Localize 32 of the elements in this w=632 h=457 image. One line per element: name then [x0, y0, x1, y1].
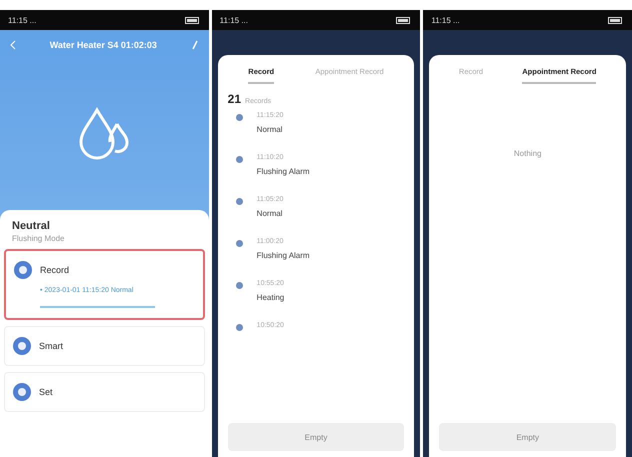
record-count: 21 — [228, 92, 242, 106]
circle-icon — [13, 383, 31, 401]
record-status: Normal — [256, 125, 284, 134]
edit-icon[interactable] — [190, 40, 199, 50]
record-status: Heating — [256, 293, 284, 302]
battery-icon — [608, 16, 624, 24]
timeline-dot — [236, 198, 243, 205]
empty-message: Nothing — [514, 149, 542, 160]
circle-icon — [14, 261, 32, 279]
device-title: Water Heater S4 01:02:03 — [50, 40, 157, 50]
status-time: 11:15 ... — [220, 16, 248, 24]
timeline-dot — [236, 240, 243, 247]
timeline-dot — [236, 114, 243, 121]
option-card[interactable]: Set — [4, 372, 205, 412]
option-label: Set — [39, 387, 53, 397]
timeline-dot — [236, 324, 243, 331]
timeline-dot — [236, 282, 243, 289]
option-card[interactable]: Smart — [4, 326, 205, 366]
circle-icon — [13, 337, 31, 355]
option-label: Smart — [39, 341, 64, 351]
mode-name: Neutral — [12, 220, 51, 232]
status-time: 11:15 ... — [8, 16, 36, 24]
record-status: Flushing Alarm — [256, 167, 310, 176]
status-time: 11:15 ... — [431, 16, 460, 24]
record-status: Normal — [256, 209, 284, 218]
record-status: Flushing Alarm — [256, 251, 310, 260]
option-label: Record — [40, 265, 70, 275]
battery-icon — [184, 16, 201, 24]
timeline-dot — [236, 156, 243, 163]
mode-subtitle: Flushing Mode — [12, 234, 66, 243]
back-icon[interactable] — [10, 40, 16, 50]
battery-icon — [396, 16, 412, 24]
